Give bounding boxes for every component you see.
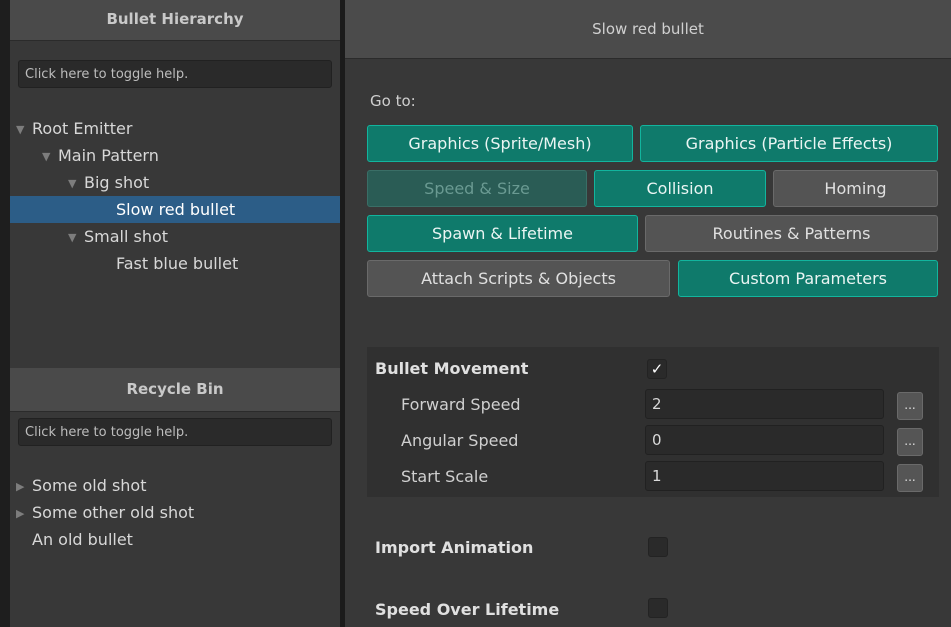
tree-item-small-shot[interactable]: ▼ Small shot (10, 223, 340, 250)
import-animation-label: Import Animation (375, 538, 534, 557)
start-scale-label: Start Scale (401, 467, 489, 486)
recycle-help-toggle[interactable]: Click here to toggle help. (18, 418, 332, 446)
routines-patterns-button[interactable]: Routines & Patterns (645, 215, 938, 252)
tree-item-label: Some other old shot (32, 503, 195, 522)
tree-item-label: Some old shot (32, 476, 147, 495)
hierarchy-title: Bullet Hierarchy (10, 0, 340, 41)
tree-item-label: Big shot (84, 173, 150, 192)
angular-speed-field[interactable]: 0 (645, 425, 884, 455)
goto-label: Go to: (370, 92, 416, 110)
hierarchy-tree: ▼ Root Emitter ▼ Main Pattern ▼ Big shot Sl… (10, 115, 340, 277)
collapsed-arrow-icon[interactable]: ▶ (16, 500, 32, 527)
recycle-tree: ▶ Some old shot ▶ Some other old shot An o… (10, 472, 340, 553)
tree-item-label: Main Pattern (58, 146, 159, 165)
homing-button[interactable]: Homing (773, 170, 938, 207)
hierarchy-help-toggle[interactable]: Click here to toggle help. (18, 60, 332, 88)
tree-item-slow-red-bullet[interactable]: Slow red bullet (10, 196, 340, 223)
forward-speed-field[interactable]: 2 (645, 389, 884, 419)
angular-speed-options-button[interactable]: ... (897, 428, 923, 456)
tree-item-label: Small shot (84, 227, 169, 246)
left-panel: Bullet Hierarchy Click here to toggle he… (10, 0, 340, 627)
spawn-lifetime-button[interactable]: Spawn & Lifetime (367, 215, 638, 252)
import-animation-checkbox[interactable] (648, 537, 668, 557)
tree-item-label: Fast blue bullet (116, 254, 239, 273)
angular-speed-label: Angular Speed (401, 431, 519, 450)
custom-parameters-button[interactable]: Custom Parameters (678, 260, 938, 297)
graphics-sprite-mesh-button[interactable]: Graphics (Sprite/Mesh) (367, 125, 633, 162)
collapsed-arrow-icon[interactable]: ▶ (16, 473, 32, 500)
start-scale-field[interactable]: 1 (645, 461, 884, 491)
bullet-movement-checkbox[interactable]: ✓ (647, 359, 667, 379)
recycle-bin-title: Recycle Bin (10, 368, 340, 412)
inspector-title: Slow red bullet (345, 0, 951, 59)
attach-scripts-objects-button[interactable]: Attach Scripts & Objects (367, 260, 670, 297)
speed-size-button[interactable]: Speed & Size (367, 170, 587, 207)
expand-arrow-icon[interactable]: ▼ (68, 170, 84, 197)
start-scale-options-button[interactable]: ... (897, 464, 923, 492)
speed-over-lifetime-label: Speed Over Lifetime (375, 600, 560, 619)
bullet-movement-label: Bullet Movement (375, 359, 529, 378)
forward-speed-label: Forward Speed (401, 395, 521, 414)
collision-button[interactable]: Collision (594, 170, 766, 207)
tree-item-big-shot[interactable]: ▼ Big shot (10, 169, 340, 196)
expand-arrow-icon[interactable]: ▼ (42, 143, 58, 170)
app-window: Bullet Hierarchy Click here to toggle he… (0, 0, 951, 627)
tree-item-fast-blue-bullet[interactable]: Fast blue bullet (10, 250, 340, 277)
tree-item-main-pattern[interactable]: ▼ Main Pattern (10, 142, 340, 169)
tree-item-label: An old bullet (32, 530, 133, 549)
speed-over-lifetime-checkbox[interactable] (648, 598, 668, 618)
expand-arrow-icon[interactable]: ▼ (16, 116, 32, 143)
tree-item-label: Slow red bullet (116, 200, 236, 219)
recycle-item-an-old-bullet[interactable]: An old bullet (10, 526, 340, 553)
tree-item-root-emitter[interactable]: ▼ Root Emitter (10, 115, 340, 142)
bullet-hierarchy-panel: Bullet Hierarchy Click here to toggle he… (10, 0, 340, 368)
recycle-item-some-old-shot[interactable]: ▶ Some old shot (10, 472, 340, 499)
expand-arrow-icon[interactable]: ▼ (68, 224, 84, 251)
forward-speed-options-button[interactable]: ... (897, 392, 923, 420)
inspector-panel: Slow red bullet Go to: Graphics (Sprite/… (345, 0, 951, 627)
graphics-particle-effects-button[interactable]: Graphics (Particle Effects) (640, 125, 938, 162)
tree-item-label: Root Emitter (32, 119, 133, 138)
recycle-bin-panel: Recycle Bin Click here to toggle help. ▶… (10, 368, 340, 627)
bullet-movement-section: Bullet Movement ✓ Forward Speed 2 ... An… (367, 347, 939, 497)
recycle-item-some-other-old-shot[interactable]: ▶ Some other old shot (10, 499, 340, 526)
